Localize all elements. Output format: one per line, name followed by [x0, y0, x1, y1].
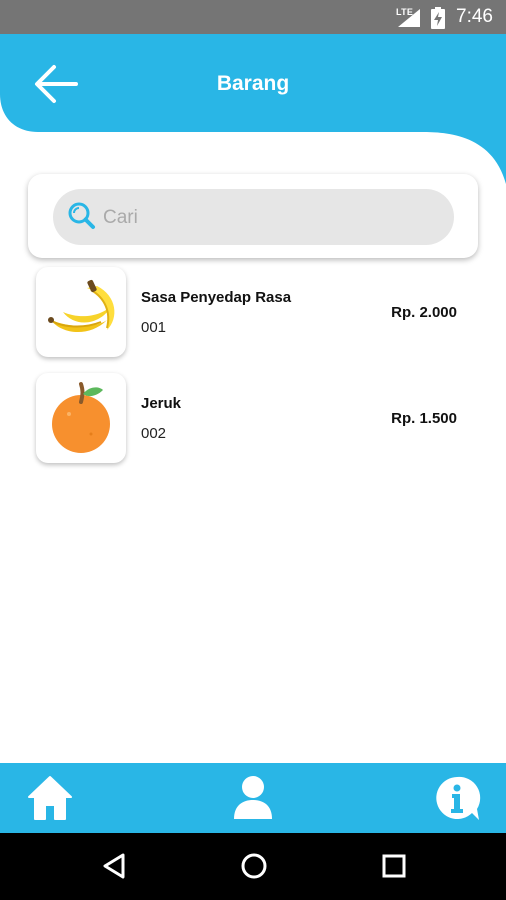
item-code: 001	[141, 319, 167, 336]
status-bar: LTE 7:46	[0, 0, 506, 34]
search-input[interactable]	[101, 203, 435, 233]
search-bar[interactable]	[53, 189, 454, 245]
list-item[interactable]: Sasa Penyedap Rasa 001 Rp. 2.000	[0, 267, 506, 365]
signal-icon	[398, 9, 420, 27]
item-name: Sasa Penyedap Rasa	[141, 289, 292, 306]
item-thumbnail	[36, 267, 126, 357]
search-icon	[68, 202, 95, 229]
nav-info-button[interactable]	[422, 763, 492, 833]
item-thumbnail	[36, 373, 126, 463]
header-background	[0, 34, 506, 184]
item-price: Rp. 1.500	[391, 410, 457, 427]
info-icon	[436, 776, 481, 820]
battery-charging-icon	[431, 7, 445, 29]
nav-profile-button[interactable]	[218, 763, 288, 833]
system-back-button[interactable]	[92, 846, 136, 886]
list-item[interactable]: Jeruk 002 Rp. 1.500	[0, 373, 506, 471]
nav-home-button[interactable]	[15, 763, 85, 833]
search-card	[28, 174, 478, 258]
home-icon	[28, 776, 72, 820]
back-triangle-icon	[103, 853, 125, 879]
page-title: Barang	[216, 72, 290, 95]
system-recents-button[interactable]	[372, 846, 416, 886]
banana-icon	[48, 279, 115, 333]
orange-icon	[52, 382, 110, 453]
bottom-navigation	[0, 763, 506, 833]
user-icon	[234, 776, 272, 819]
recents-square-icon	[382, 854, 406, 878]
system-home-button[interactable]	[232, 846, 276, 886]
item-price: Rp. 2.000	[391, 304, 457, 321]
home-circle-icon	[241, 853, 267, 879]
item-name: Jeruk	[141, 395, 182, 412]
item-code: 002	[141, 425, 167, 442]
system-navigation-bar	[0, 833, 506, 900]
status-time: 7:46	[456, 6, 493, 27]
